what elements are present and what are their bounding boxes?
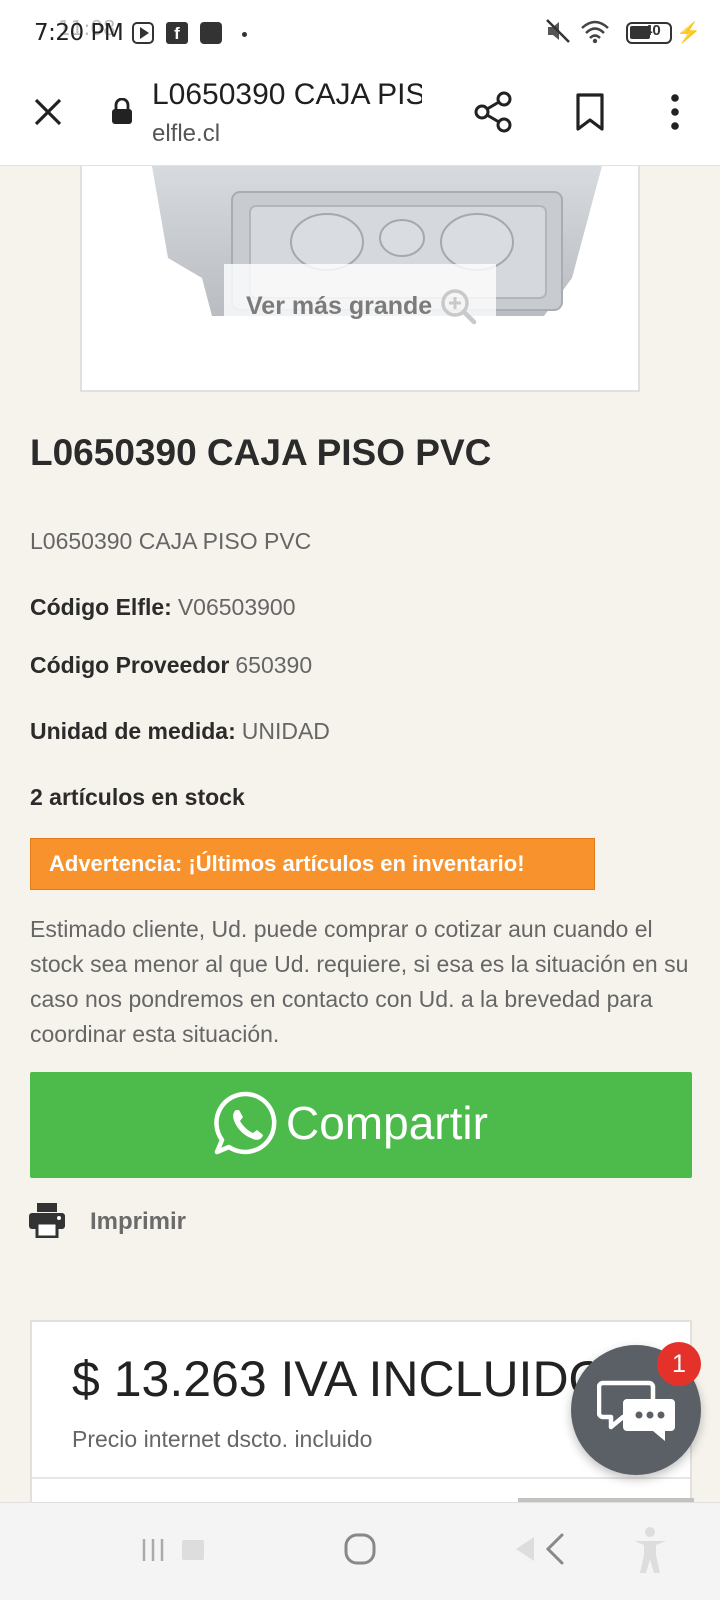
price-divider — [32, 1477, 690, 1479]
product-subtitle: L0650390 CAJA PISO PVC — [30, 528, 312, 554]
printer-icon — [29, 1203, 65, 1238]
code-value: V06503900 — [177, 594, 296, 620]
url-text[interactable]: elfle.cl — [152, 120, 220, 148]
wifi-signal-icon — [581, 20, 609, 44]
print-label: Imprimir — [90, 1208, 187, 1235]
more-vert-icon[interactable] — [655, 89, 695, 135]
status-bar: 11:08 7:20 PM f 40 ⚡ — [0, 0, 720, 64]
price-value: $ 13.263 IVA INCLUIDO — [72, 1351, 592, 1407]
more-notifications-icon — [242, 32, 247, 37]
print-link[interactable]: Imprimir — [28, 1202, 228, 1242]
view-larger-label: Ver más grande — [246, 292, 433, 320]
home-icon[interactable] — [340, 1529, 380, 1569]
chat-badge: 1 — [657, 1342, 701, 1386]
stock-notice: Estimado cliente, Ud. puede comprar o co… — [30, 916, 689, 1047]
recents-icon[interactable] — [140, 1533, 210, 1567]
stock-count: 2 artículos en stock — [30, 784, 245, 810]
price-note: Precio internet dscto. incluido — [72, 1426, 373, 1452]
lock-icon[interactable] — [111, 98, 133, 124]
browser-toolbar: L0650390 CAJA PISO PVC elfle.cl — [0, 64, 720, 166]
app-notification-icon — [200, 22, 222, 44]
system-nav-bar — [0, 1502, 720, 1600]
share-icon[interactable] — [470, 89, 516, 135]
battery-level: 40 — [644, 22, 661, 39]
supplier-code-row: Código Proveedor 650390 — [30, 652, 312, 679]
low-stock-warning: Advertencia: ¡Últimos artículos en inven… — [30, 838, 595, 890]
whatsapp-share-button[interactable]: Compartir — [30, 1072, 692, 1178]
share-label: Compartir — [286, 1097, 488, 1149]
supplier-code-label: Código Proveedor — [30, 652, 230, 678]
status-time: 7:20 PM — [34, 20, 124, 46]
tab-title[interactable]: L0650390 CAJA PISO PVC — [152, 78, 422, 112]
unit-value: UNIDAD — [241, 718, 330, 744]
supplier-code-value: 650390 — [235, 652, 313, 678]
unit-row: Unidad de medida: UNIDAD — [30, 718, 330, 745]
unit-label: Unidad de medida: — [30, 718, 236, 744]
code-label: Código Elfle: — [30, 594, 172, 620]
media-play-icon — [132, 22, 154, 44]
view-larger-button[interactable]: Ver más grande — [224, 264, 496, 352]
accessibility-icon[interactable] — [630, 1525, 670, 1575]
code-row: Código Elfle: V06503900 — [30, 594, 296, 621]
bookmark-icon[interactable] — [570, 89, 610, 135]
close-icon[interactable] — [26, 90, 70, 134]
facebook-icon: f — [166, 22, 188, 44]
zoom-in-icon — [441, 289, 477, 325]
back-icon[interactable] — [510, 1529, 574, 1569]
battery-icon: 40 — [626, 22, 672, 44]
charging-icon: ⚡ — [676, 22, 701, 44]
chat-icon — [597, 1380, 675, 1441]
mute-icon — [546, 19, 570, 43]
product-title: L0650390 CAJA PISO PVC — [30, 432, 492, 473]
whatsapp-icon — [214, 1091, 277, 1155]
